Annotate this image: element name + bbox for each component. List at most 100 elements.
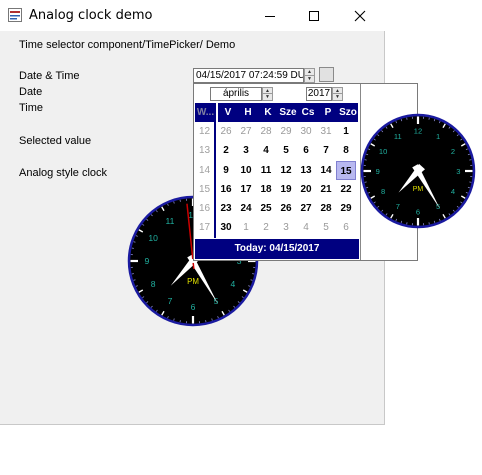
maximize-icon <box>309 10 319 21</box>
calendar-day[interactable]: 6 <box>296 141 316 160</box>
calendar-day[interactable]: 28 <box>256 122 276 141</box>
calendar-day[interactable]: 4 <box>296 218 316 237</box>
analog-clock-label: Analog style clock <box>19 167 108 179</box>
calendar-week-row: 17 30 1 2 3 4 5 6 <box>195 218 358 238</box>
clock-number: 9 <box>376 167 380 176</box>
calendar-day[interactable]: 12 <box>276 161 296 180</box>
calendar-day[interactable]: 5 <box>316 218 336 237</box>
clock-number: 2 <box>451 147 455 156</box>
calendar-day[interactable]: 23 <box>216 199 236 218</box>
weekday-header-cell: K <box>264 107 272 118</box>
calendar-day[interactable]: 3 <box>236 141 256 160</box>
calendar-day[interactable]: 8 <box>336 141 356 160</box>
today-button[interactable]: Today: 04/15/2017 <box>195 239 359 259</box>
calendar-day[interactable]: 17 <box>236 180 256 199</box>
calendar-day[interactable]: 29 <box>336 199 356 218</box>
calendar-day[interactable]: 24 <box>236 199 256 218</box>
clock-number: 4 <box>231 279 236 289</box>
window-title: Analog clock demo <box>29 8 153 23</box>
calendar-day[interactable]: 1 <box>336 122 356 141</box>
clock-center-pin <box>416 169 420 173</box>
calendar-day[interactable]: 3 <box>276 218 296 237</box>
calendar-day[interactable]: 2 <box>256 218 276 237</box>
calendar-day[interactable]: 4 <box>256 141 276 160</box>
clock-number: 11 <box>394 132 402 141</box>
spinner-down-icon[interactable]: ▼ <box>305 76 314 83</box>
calendar-day[interactable]: 10 <box>236 161 256 180</box>
close-icon <box>354 10 366 21</box>
weekday-header-cell: Szo <box>339 107 357 118</box>
weekday-header-cell: Sze <box>279 107 297 118</box>
year-down-icon[interactable]: ▼ <box>333 94 342 100</box>
calendar-day[interactable]: 9 <box>216 161 236 180</box>
weekday-header-cell: P <box>324 107 332 118</box>
clock-number: 8 <box>151 279 156 289</box>
week-number: 17 <box>195 218 216 238</box>
weekday-header-cell: H <box>244 107 252 118</box>
calendar-day[interactable]: 6 <box>336 218 356 237</box>
calendar-day[interactable]: 2 <box>216 141 236 160</box>
clock-number: 10 <box>379 147 387 156</box>
clock-number: 11 <box>166 216 175 226</box>
calendar-day[interactable]: 22 <box>336 180 356 199</box>
calendar-day[interactable]: 28 <box>316 199 336 218</box>
clock-number: 7 <box>396 202 400 211</box>
clock-number: 3 <box>456 167 460 176</box>
week-number: 12 <box>195 122 216 142</box>
calendar-day[interactable]: 18 <box>256 180 276 199</box>
calendar-day[interactable]: 13 <box>296 161 316 180</box>
date-label: Date <box>19 86 43 98</box>
date-time-spinner[interactable]: ▲ ▼ <box>304 68 315 83</box>
calendar-dropdown-button[interactable] <box>319 67 334 82</box>
minimize-button[interactable] <box>247 0 293 31</box>
calendar-day[interactable]: 5 <box>276 141 296 160</box>
clock-number: 10 <box>148 233 158 243</box>
close-button[interactable] <box>337 0 383 31</box>
calendar-panel: április ▲ ▼ 2017 ▲ ▼ W... V H K Sze Cs P… <box>194 84 361 260</box>
week-number: 14 <box>195 160 216 180</box>
calendar-day[interactable]: 30 <box>216 218 236 237</box>
calendar-day[interactable]: 21 <box>316 180 336 199</box>
year-spinner[interactable]: ▲ ▼ <box>332 87 343 101</box>
clock-number: 8 <box>381 187 385 196</box>
calendar-day[interactable]: 7 <box>316 141 336 160</box>
week-number-header: W... <box>195 103 218 122</box>
calendar-day[interactable]: 11 <box>256 161 276 180</box>
title-bar[interactable]: Analog clock demo <box>0 0 385 31</box>
selected-value-label: Selected value <box>19 135 92 147</box>
date-picker-popup: április ▲ ▼ 2017 ▲ ▼ W... V H K Sze Cs P… <box>193 83 476 261</box>
calendar-day[interactable]: 25 <box>256 199 276 218</box>
am-pm-indicator: PM <box>187 277 199 286</box>
year-selector[interactable]: 2017 <box>306 87 332 101</box>
calendar-day-selected[interactable]: 15 <box>336 160 356 180</box>
calendar-day[interactable]: 16 <box>216 180 236 199</box>
weekday-header: W... V H K Sze Cs P Szo <box>195 103 358 122</box>
calendar-day[interactable]: 20 <box>296 180 316 199</box>
weekday-header-cell: V <box>224 107 232 118</box>
clock-number: 9 <box>145 256 150 266</box>
calendar-day[interactable]: 27 <box>296 199 316 218</box>
clock-number: 4 <box>451 187 455 196</box>
date-time-input[interactable]: 04/15/2017 07:24:59 DU <box>193 68 304 83</box>
calendar-day[interactable]: 31 <box>316 122 336 141</box>
calendar-day[interactable]: 19 <box>276 180 296 199</box>
date-time-label: Date & Time <box>19 70 80 82</box>
calendar-day[interactable]: 14 <box>316 161 336 180</box>
calendar-day[interactable]: 26 <box>276 199 296 218</box>
calendar-day[interactable]: 27 <box>236 122 256 141</box>
weekday-header-cell: Cs <box>301 107 315 118</box>
month-selector[interactable]: április <box>210 87 262 101</box>
month-spinner[interactable]: ▲ ▼ <box>262 87 273 101</box>
demo-heading: Time selector component/TimePicker/ Demo <box>19 39 236 51</box>
month-down-icon[interactable]: ▼ <box>263 94 272 100</box>
week-number: 13 <box>195 141 216 161</box>
calendar-day[interactable]: 29 <box>276 122 296 141</box>
maximize-button[interactable] <box>291 0 337 31</box>
calendar-grid: W... V H K Sze Cs P Szo 12 26 27 28 29 30 31 1 1… <box>195 103 358 238</box>
calendar-day[interactable]: 30 <box>296 122 316 141</box>
calendar-day[interactable]: 26 <box>216 122 236 141</box>
calendar-week-row: 13 2 3 4 5 6 7 8 <box>195 141 358 161</box>
calendar-day[interactable]: 1 <box>236 218 256 237</box>
clock-number: 7 <box>168 296 173 306</box>
week-number: 16 <box>195 199 216 219</box>
